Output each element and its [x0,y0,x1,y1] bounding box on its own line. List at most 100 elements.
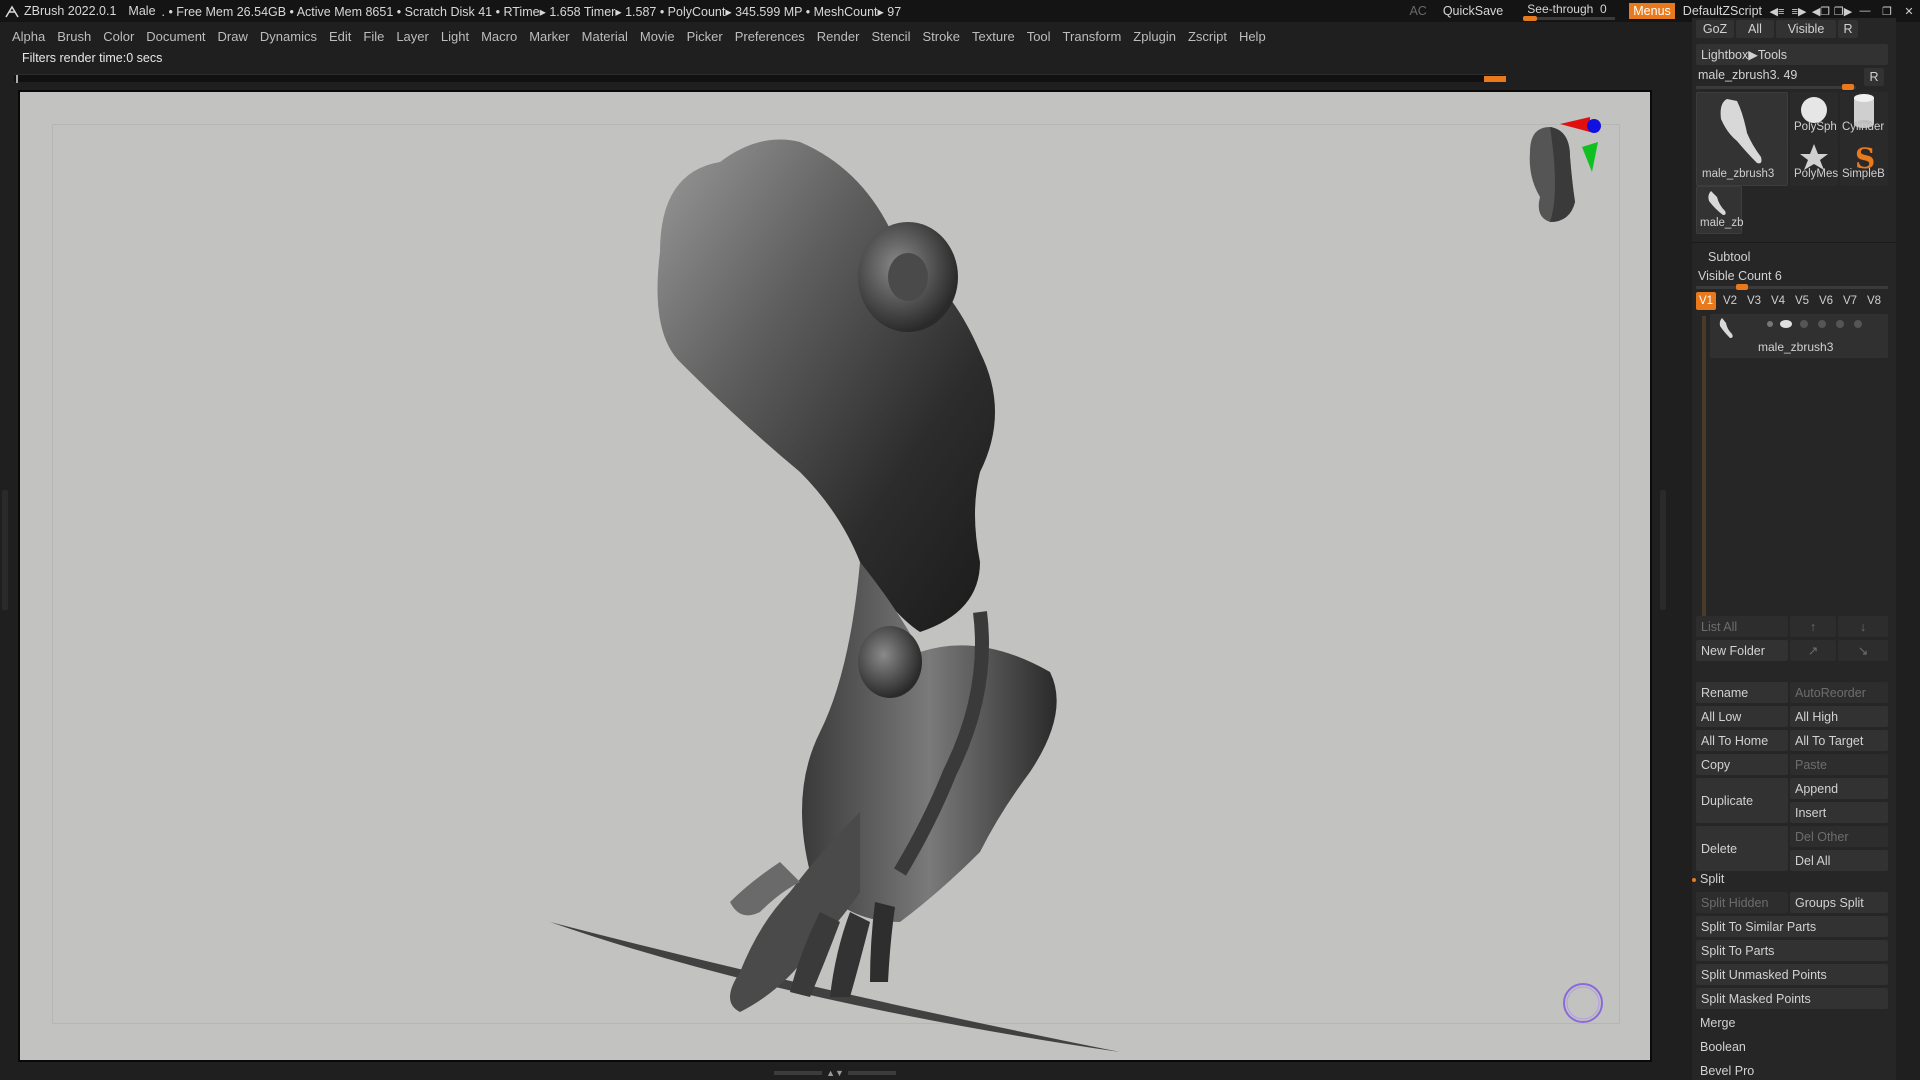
menu-draw[interactable]: Draw [218,29,248,44]
main-menu-bar: Alpha Brush Color Document Draw Dynamics… [0,24,1278,48]
quicksave-button[interactable]: QuickSave [1443,4,1503,18]
menu-document[interactable]: Document [146,29,205,44]
bevel-pro-section-title[interactable]: Bevel Pro [1700,1064,1754,1078]
ac-toggle[interactable]: AC [1409,4,1426,18]
timeline-track[interactable] [14,74,1506,83]
timeline-marker[interactable] [1484,76,1506,82]
left-tray-handle[interactable] [2,490,8,610]
menu-zscript[interactable]: Zscript [1188,29,1227,44]
move-down-icon[interactable]: ↓ [1838,616,1888,637]
split-unmasked-points-button[interactable]: Split Unmasked Points [1696,964,1888,985]
rename-button[interactable]: Rename [1696,682,1788,703]
seethrough-knob[interactable] [1523,16,1538,21]
groups-split-button[interactable]: Groups Split [1790,892,1888,913]
canvas-viewport[interactable] [18,90,1652,1062]
autoreorder-button[interactable]: AutoReorder [1790,682,1888,703]
visibility-tab-v1[interactable]: V1 [1696,292,1716,310]
goz-button[interactable]: GoZ [1696,20,1734,38]
insert-button[interactable]: Insert [1790,802,1888,823]
menu-movie[interactable]: Movie [640,29,675,44]
split-to-parts-button[interactable]: Split To Parts [1696,940,1888,961]
subtool-list-item[interactable]: male_zbrush3 [1710,314,1888,358]
arm-small-thumbnail-icon [1708,191,1726,215]
menu-zplugin[interactable]: Zplugin [1133,29,1176,44]
merge-section-title[interactable]: Merge [1700,1016,1735,1030]
right-tray-handle[interactable] [1660,490,1666,610]
floor-toggle-icon[interactable] [1560,980,1606,1026]
visible-count-knob[interactable] [1736,284,1748,290]
menu-light[interactable]: Light [441,29,469,44]
current-tool-name: male_zbrush3. 49 [1698,68,1798,82]
visibility-tab-v4[interactable]: V4 [1768,292,1788,310]
menu-stroke[interactable]: Stroke [922,29,960,44]
copy-button[interactable]: Copy [1696,754,1788,775]
visibility-tab-v8[interactable]: V8 [1864,292,1884,310]
menu-marker[interactable]: Marker [529,29,569,44]
subtool-title[interactable]: Subtool [1708,250,1750,264]
subtool-lock-icon [1836,320,1844,328]
goz-all-button[interactable]: All [1736,20,1774,38]
menu-alpha[interactable]: Alpha [12,29,45,44]
visibility-tab-v3[interactable]: V3 [1744,292,1764,310]
arrow-up-right-icon[interactable]: ↗ [1790,640,1836,661]
boolean-section-title[interactable]: Boolean [1700,1040,1746,1054]
paste-button[interactable]: Paste [1790,754,1888,775]
move-up-icon[interactable]: ↑ [1790,616,1836,637]
visibility-tab-v7[interactable]: V7 [1840,292,1860,310]
visibility-tab-v6[interactable]: V6 [1816,292,1836,310]
timeline-start-tick [16,75,18,83]
menu-help[interactable]: Help [1239,29,1266,44]
menus-toggle-button[interactable]: Menus [1629,3,1675,19]
menu-texture[interactable]: Texture [972,29,1015,44]
menu-edit[interactable]: Edit [329,29,351,44]
menu-render[interactable]: Render [817,29,860,44]
menu-file[interactable]: File [363,29,384,44]
visibility-tab-v2[interactable]: V2 [1720,292,1740,310]
menu-layer[interactable]: Layer [396,29,429,44]
all-to-target-button[interactable]: All To Target [1790,730,1888,751]
menu-dynamics[interactable]: Dynamics [260,29,317,44]
goz-visible-button[interactable]: Visible [1776,20,1836,38]
visible-count-slider[interactable] [1696,286,1888,289]
list-all-button[interactable]: List All [1696,616,1788,637]
menu-material[interactable]: Material [582,29,628,44]
current-tool-slider[interactable] [1696,86,1856,89]
panel-divider [1692,242,1896,243]
arrow-down-right-icon[interactable]: ↘ [1838,640,1888,661]
all-to-home-button[interactable]: All To Home [1696,730,1788,751]
append-button[interactable]: Append [1790,778,1888,799]
del-all-button[interactable]: Del All [1790,850,1888,871]
close-icon[interactable]: ✕ [1898,0,1920,22]
delete-button[interactable]: Delete [1696,826,1788,871]
menu-brush[interactable]: Brush [57,29,91,44]
subtool-polypaint-icon [1800,320,1808,328]
split-section-title[interactable]: Split [1700,872,1724,886]
subtool-list-scrollbar[interactable] [1702,316,1706,616]
duplicate-button[interactable]: Duplicate [1696,778,1788,823]
menu-color[interactable]: Color [103,29,134,44]
seethrough-slider[interactable]: See-through 0 [1523,0,1619,22]
visibility-tab-v5[interactable]: V5 [1792,292,1812,310]
goz-r-button[interactable]: R [1838,20,1858,38]
menu-preferences[interactable]: Preferences [735,29,805,44]
bottom-tray-handle[interactable]: ▲▼ [770,1068,900,1078]
default-zscript-button[interactable]: DefaultZScript [1683,4,1762,18]
navigation-gizmo[interactable] [1500,112,1610,232]
current-tool-r-button[interactable]: R [1864,68,1884,86]
split-hidden-button[interactable]: Split Hidden [1696,892,1788,913]
split-to-similar-parts-button[interactable]: Split To Similar Parts [1696,916,1888,937]
tool-thumb-main-label: male_zbrush3 [1702,168,1775,180]
split-masked-points-button[interactable]: Split Masked Points [1696,988,1888,1009]
new-folder-button[interactable]: New Folder [1696,640,1788,661]
menu-transform[interactable]: Transform [1063,29,1122,44]
menu-macro[interactable]: Macro [481,29,517,44]
menu-stencil[interactable]: Stencil [871,29,910,44]
lightbox-tools-button[interactable]: Lightbox▶Tools [1696,44,1888,65]
menu-picker[interactable]: Picker [687,29,723,44]
current-tool-slider-knob[interactable] [1842,84,1854,90]
gizmo-z-axis-icon [1587,119,1601,133]
all-low-button[interactable]: All Low [1696,706,1788,727]
all-high-button[interactable]: All High [1790,706,1888,727]
del-other-button[interactable]: Del Other [1790,826,1888,847]
menu-tool[interactable]: Tool [1027,29,1051,44]
